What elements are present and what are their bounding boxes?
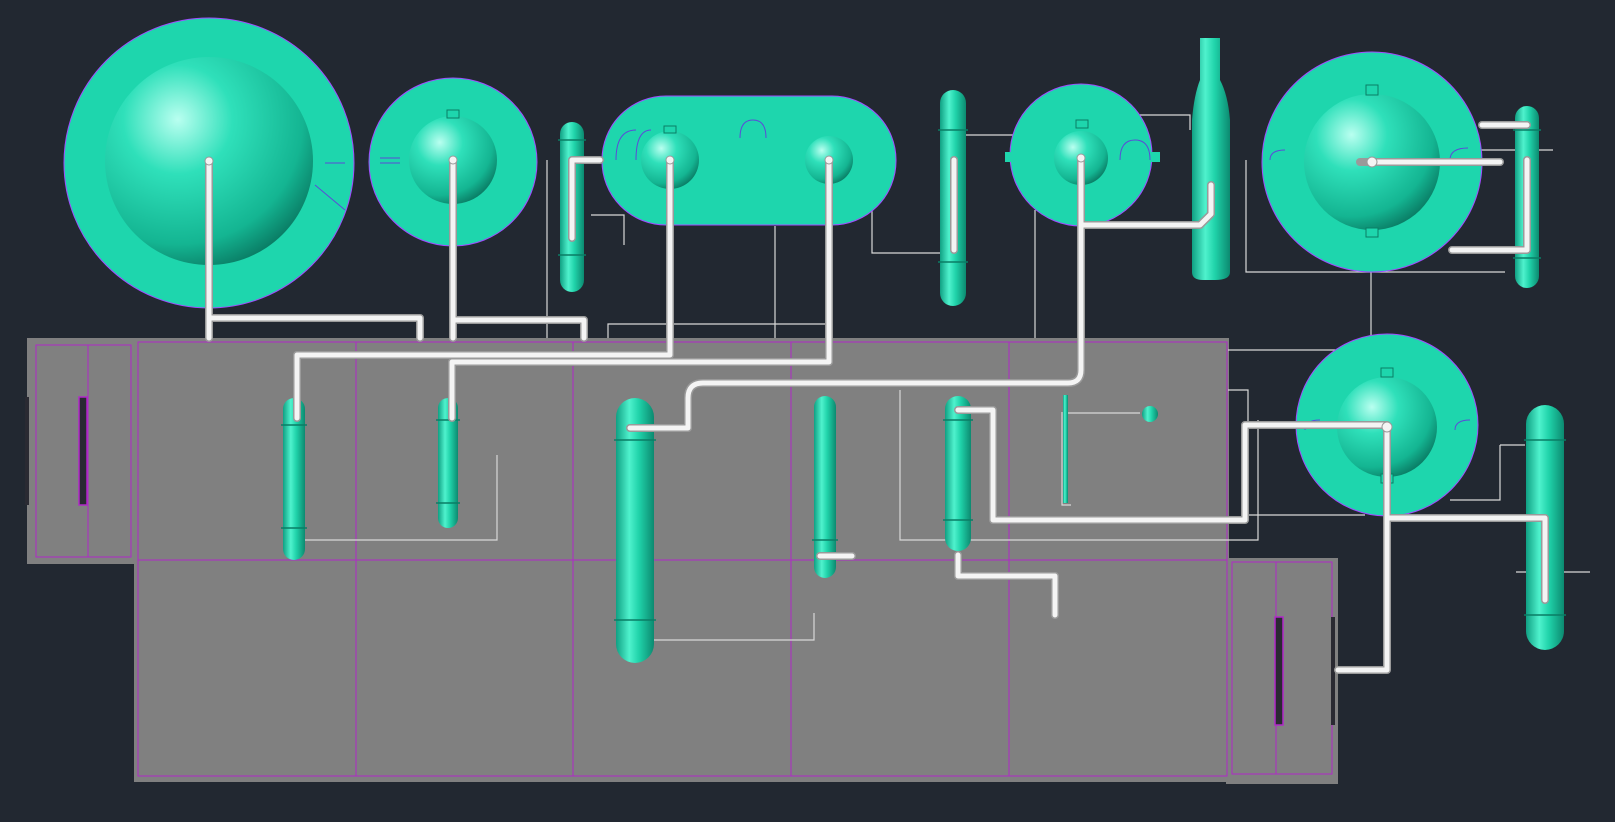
- column-8[interactable]: [814, 396, 836, 578]
- marker-bar-left: [78, 396, 88, 506]
- plant-layout-drawing[interactable]: [0, 0, 1615, 822]
- valve-1[interactable]: [1142, 406, 1158, 422]
- marker-bar-right: [1274, 616, 1284, 726]
- column-3[interactable]: [1192, 38, 1230, 280]
- slab-main-lower[interactable]: [134, 560, 1229, 782]
- column-11[interactable]: [1063, 395, 1068, 503]
- column-7[interactable]: [616, 398, 654, 663]
- slab-group: [27, 338, 1338, 784]
- cad-viewport[interactable]: [0, 0, 1615, 822]
- column-5[interactable]: [283, 398, 305, 560]
